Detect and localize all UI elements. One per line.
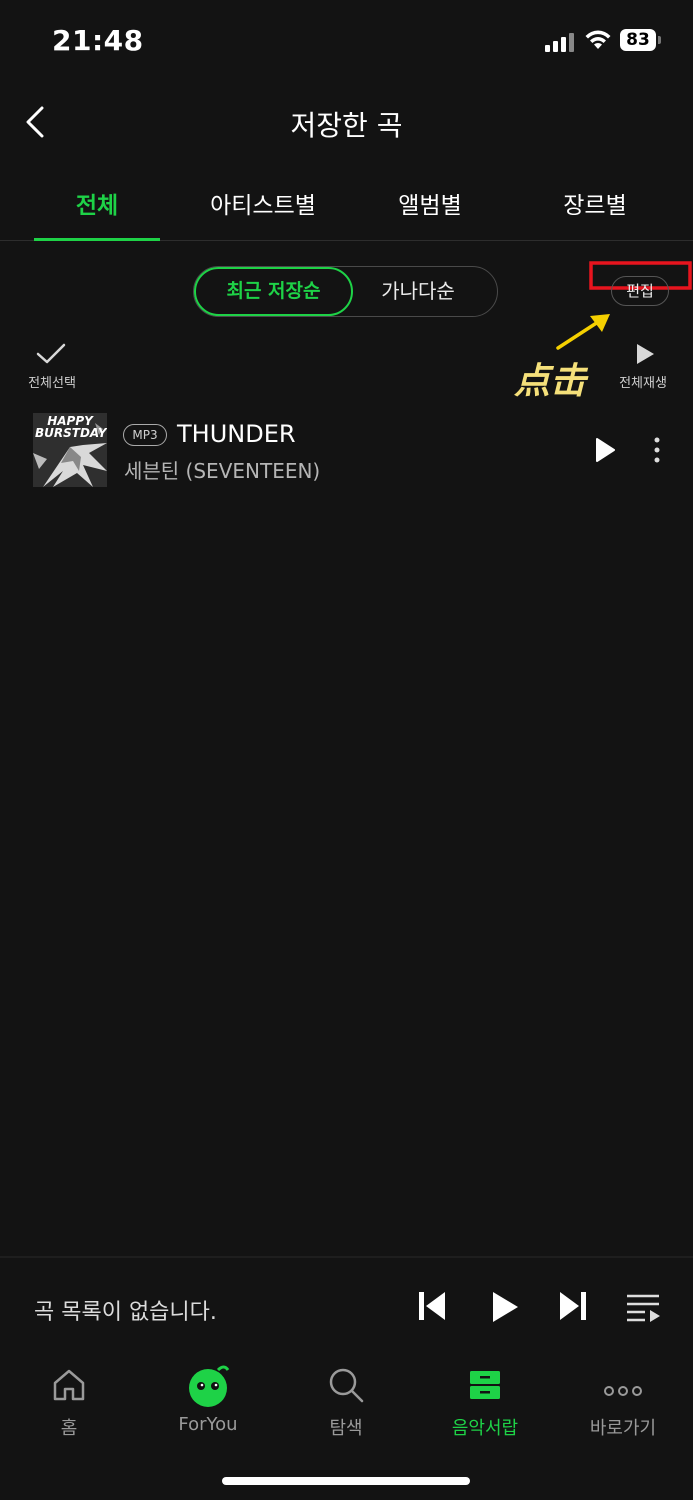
annotation-arrow [556, 314, 610, 350]
active-tab-underline [34, 238, 160, 241]
status-time: 21:48 [52, 24, 144, 57]
playlist-icon[interactable] [625, 1292, 661, 1322]
page-title: 저장한 곡 [290, 109, 403, 142]
song-more-icon[interactable] [653, 437, 661, 463]
foryou-character-icon [189, 1365, 230, 1407]
more-dots-icon [604, 1386, 642, 1396]
song-play-icon[interactable] [595, 437, 615, 463]
nav-shortcuts-label[interactable]: 바로가기 [563, 1414, 683, 1440]
format-badge: MP3 [123, 424, 167, 446]
search-icon [329, 1368, 364, 1403]
play-all-label[interactable]: 전체재생 [608, 372, 678, 391]
nav-search[interactable] [296, 1365, 396, 1409]
play-all-icon[interactable] [635, 343, 655, 365]
song-title[interactable]: THUNDER [177, 420, 296, 448]
nav-home-label[interactable]: 홈 [9, 1414, 129, 1440]
song-artist[interactable]: 세븐틴 (SEVENTEEN) [124, 455, 320, 484]
album-art[interactable]: HAPPY BURSTDAY [33, 413, 107, 487]
wifi-icon [585, 30, 611, 49]
music-drawer-icon [470, 1371, 500, 1399]
home-icon [53, 1369, 85, 1401]
battery-icon: 83 [620, 29, 656, 51]
edit-button[interactable]: 편집 [611, 276, 669, 306]
nav-music-drawer-label[interactable]: 음악서랍 [425, 1414, 545, 1440]
home-indicator[interactable] [222, 1477, 470, 1485]
tab-all[interactable]: 전체 [34, 186, 160, 222]
play-icon[interactable] [490, 1290, 520, 1324]
previous-track-icon[interactable] [417, 1290, 447, 1322]
nav-music-drawer[interactable] [435, 1365, 535, 1409]
nav-foryou-label[interactable]: ForYou [148, 1414, 268, 1435]
signal-icon [545, 32, 575, 52]
nav-shortcuts[interactable] [573, 1365, 673, 1409]
battery-cap [658, 36, 661, 44]
tab-by-artist[interactable]: 아티스트별 [193, 186, 333, 222]
player-divider [0, 1256, 693, 1258]
next-track-icon[interactable] [558, 1290, 588, 1322]
player-empty-text: 곡 목록이 없습니다. [34, 1300, 217, 1325]
select-all-label[interactable]: 전체선택 [10, 372, 94, 391]
tab-by-genre[interactable]: 장르별 [535, 186, 655, 222]
annotation-text: 点击 [514, 361, 587, 402]
nav-home[interactable] [19, 1365, 119, 1409]
tab-by-album[interactable]: 앨범별 [370, 186, 490, 222]
album-art-text: HAPPY BURSTDAY [35, 414, 107, 440]
nav-search-label[interactable]: 탐색 [286, 1414, 406, 1440]
sort-recent-button[interactable]: 최근 저장순 [194, 267, 353, 316]
sort-alphabetical-button[interactable]: 가나다순 [353, 267, 483, 316]
select-all-check-icon[interactable] [35, 342, 67, 366]
nav-foryou[interactable] [158, 1362, 258, 1412]
